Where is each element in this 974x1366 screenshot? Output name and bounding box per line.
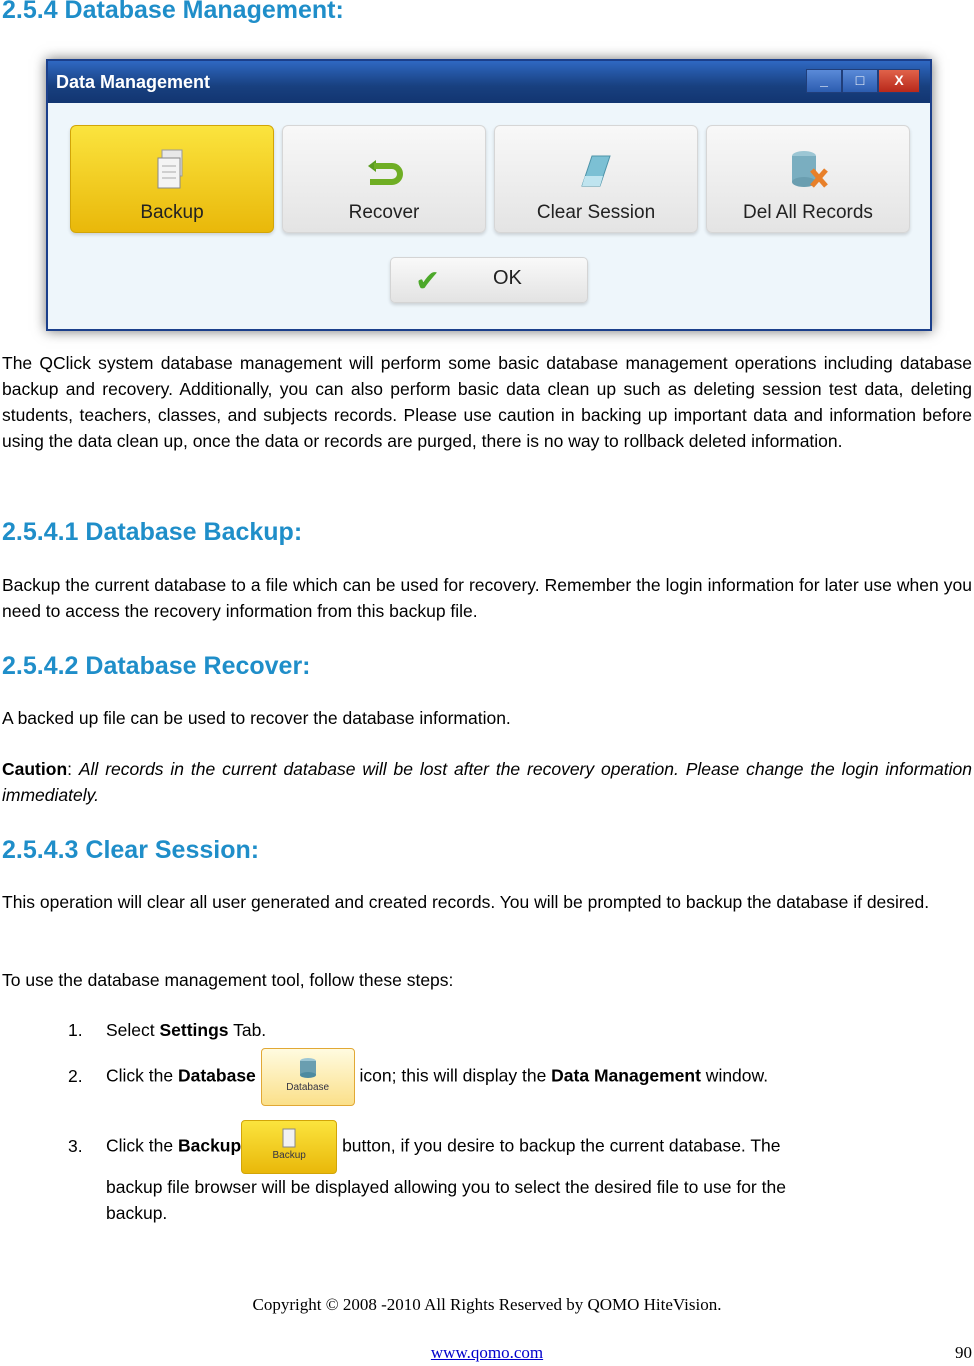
step-3: 3. Click the Backup Backup button, if you… bbox=[68, 1120, 786, 1226]
checkmark-icon: ✔ bbox=[415, 265, 441, 298]
backup-paragraph: Backup the current database to a file wh… bbox=[2, 575, 972, 621]
recover-label: Recover bbox=[348, 202, 420, 223]
ok-label: OK bbox=[493, 267, 522, 289]
ok-button[interactable]: ✔ OK bbox=[390, 257, 588, 303]
clear-session-heading: 2.5.4.3 Clear Session: bbox=[2, 836, 260, 864]
steps-intro: To use the database management tool, fol… bbox=[2, 970, 454, 990]
website-link[interactable]: www.qomo.com bbox=[431, 1343, 543, 1362]
database-delete-icon bbox=[792, 151, 828, 188]
clear-session-label: Clear Session bbox=[536, 202, 656, 223]
backup-documents-icon bbox=[157, 149, 183, 189]
close-button[interactable]: X bbox=[878, 69, 920, 93]
page-number: 90 bbox=[955, 1343, 972, 1362]
caution-text: All records in the current database will… bbox=[2, 759, 972, 805]
backup-inline-button: Backup bbox=[241, 1120, 338, 1174]
section-heading: 2.5.4 Database Management: bbox=[2, 0, 344, 24]
del-all-records-label: Del All Records bbox=[743, 202, 873, 223]
database-inline-button: Database bbox=[260, 1048, 355, 1106]
maximize-button[interactable]: □ bbox=[842, 69, 878, 93]
recover-paragraph: A backed up file can be used to recover … bbox=[2, 708, 511, 728]
recover-heading: 2.5.4.2 Database Recover: bbox=[2, 652, 311, 680]
undo-arrow-icon bbox=[368, 160, 403, 185]
copyright: Copyright © 2008 -2010 All Rights Reserv… bbox=[252, 1295, 722, 1314]
window-title: Data Management bbox=[56, 72, 211, 92]
caution-label: Caution bbox=[2, 759, 68, 779]
backup-label: Backup bbox=[140, 202, 204, 223]
backup-heading: 2.5.4.1 Database Backup: bbox=[2, 518, 303, 546]
step-2: 2. Click the Database Database icon; this… bbox=[68, 1048, 768, 1106]
caution-paragraph: Caution: All records in the current data… bbox=[2, 759, 972, 805]
clear-session-button[interactable]: Clear Session bbox=[494, 125, 698, 233]
backup-button[interactable]: Backup bbox=[70, 125, 274, 233]
del-all-records-button[interactable]: Del All Records bbox=[706, 125, 910, 233]
eraser-icon bbox=[581, 155, 611, 187]
clear-session-paragraph: This operation will clear all user gener… bbox=[2, 892, 930, 912]
data-management-window: Data Management _ □ X Backup Recover Cle… bbox=[46, 59, 932, 331]
minimize-button[interactable]: _ bbox=[806, 69, 842, 93]
window-titlebar: Data Management _ □ X bbox=[48, 61, 930, 103]
intro-paragraph: The QClick system database management wi… bbox=[2, 353, 972, 451]
recover-button[interactable]: Recover bbox=[282, 125, 486, 233]
step-1: 1. Select Settings Tab. bbox=[68, 1020, 267, 1040]
